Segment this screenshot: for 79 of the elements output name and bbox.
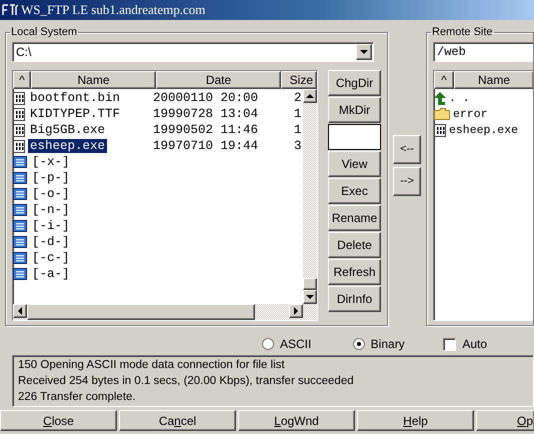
radio-label: ASCII xyxy=(280,337,312,351)
horizontal-scrollbar[interactable] xyxy=(13,304,317,320)
vertical-scrollbar[interactable] xyxy=(303,89,317,304)
drive-icon xyxy=(13,236,27,248)
file-name[interactable]: [-n-] xyxy=(30,203,72,217)
file-size: 1 xyxy=(294,123,302,137)
path-combo-box[interactable]: C:\ xyxy=(12,42,374,62)
toolbar-button[interactable]: Cancel xyxy=(119,410,236,431)
file-name[interactable]: [-d-] xyxy=(30,235,72,249)
file-name[interactable]: . . xyxy=(447,92,472,104)
scroll-thumb[interactable] xyxy=(27,304,255,320)
file-name[interactable]: [-i-] xyxy=(30,219,72,233)
radio-label: Binary xyxy=(370,337,405,351)
radio-button[interactable] xyxy=(262,338,274,350)
drive-icon xyxy=(13,220,27,232)
input-field[interactable] xyxy=(328,124,381,150)
drive-icon xyxy=(13,156,27,168)
path-field[interactable]: /web xyxy=(433,42,533,62)
dropdown-arrow-icon xyxy=(360,50,368,54)
scroll-down-icon xyxy=(306,295,314,299)
sort-header[interactable]: ^ xyxy=(13,71,31,89)
file-name[interactable]: KIDTYPEP.TTF xyxy=(28,107,122,121)
action-button[interactable]: MkDir xyxy=(328,97,381,123)
file-name[interactable]: [-c-] xyxy=(30,251,72,265)
radio-button[interactable] xyxy=(352,338,365,350)
drive-icon xyxy=(13,268,27,280)
toolbar-button[interactable]: Close xyxy=(0,410,117,431)
log-line: 226 Transfer complete. xyxy=(18,390,137,405)
column-header[interactable]: Size xyxy=(281,71,317,89)
drive-icon xyxy=(13,204,27,216)
scroll-right-icon xyxy=(294,307,298,315)
sort-header[interactable]: ^ xyxy=(434,71,454,89)
column-header[interactable]: Date xyxy=(156,71,281,89)
checkbox[interactable] xyxy=(443,338,456,350)
scroll-thumb[interactable] xyxy=(303,278,317,290)
file-name[interactable]: esheep.exe xyxy=(28,139,108,153)
column-header[interactable]: Name xyxy=(31,71,156,89)
file-name[interactable]: [-x-] xyxy=(30,155,72,169)
scroll-up-icon xyxy=(306,94,314,98)
action-button[interactable]: DirInfo xyxy=(328,286,381,312)
file-size: 3 xyxy=(294,139,302,153)
log-line: Received 254 bytes in 0.1 secs, (20.00 Kbps), transfer succeeded xyxy=(18,374,355,389)
drive-icon xyxy=(13,252,27,264)
file-name[interactable]: esheep.exe xyxy=(447,124,520,136)
file-date: 19970710 19:44 xyxy=(153,139,258,153)
action-button[interactable]: View xyxy=(328,151,381,177)
file-date: 19990502 11:46 xyxy=(153,123,258,137)
drive-icon xyxy=(13,188,27,200)
transfer-button[interactable]: --> xyxy=(393,166,421,196)
toolbar-button[interactable]: Help xyxy=(357,410,474,431)
file-size: 1 xyxy=(294,107,302,121)
toolbar-button[interactable]: Op xyxy=(476,410,534,431)
panel-title: Remote Site xyxy=(431,26,494,38)
file-date: 20000110 20:00 xyxy=(153,91,258,105)
file-name[interactable]: [-a-] xyxy=(30,267,72,281)
drive-icon xyxy=(13,172,27,184)
action-button[interactable]: ChgDir xyxy=(328,70,381,96)
up-arrow-icon xyxy=(434,92,446,104)
app-icon xyxy=(2,3,18,17)
file-name[interactable]: [-o-] xyxy=(30,187,72,201)
checkbox-label: Auto xyxy=(462,337,488,351)
panel-title: Local System xyxy=(10,26,78,38)
scroll-left-icon xyxy=(18,307,22,315)
file-name[interactable]: bootfont.bin xyxy=(28,91,122,105)
action-button[interactable]: Delete xyxy=(328,232,381,258)
transfer-button[interactable]: <-- xyxy=(393,134,421,164)
file-name[interactable]: [-p-] xyxy=(30,171,72,185)
action-button[interactable]: Rename xyxy=(328,205,381,231)
toolbar-button[interactable]: LogWnd xyxy=(238,410,355,431)
file-name[interactable]: error xyxy=(451,108,490,120)
action-button[interactable]: Refresh xyxy=(328,259,381,285)
file-date: 19990728 13:04 xyxy=(153,107,258,121)
folder-icon xyxy=(434,108,450,120)
file-name[interactable]: Big5GB.exe xyxy=(28,123,108,137)
column-header[interactable]: Name xyxy=(454,71,533,89)
action-button[interactable]: Exec xyxy=(328,178,381,204)
file-size: 2 xyxy=(294,91,302,105)
log-line: 150 Opening ASCII mode data connection for file list xyxy=(18,358,286,373)
window-title: WS_FTP LE sub1.andreatemp.com xyxy=(21,2,206,18)
